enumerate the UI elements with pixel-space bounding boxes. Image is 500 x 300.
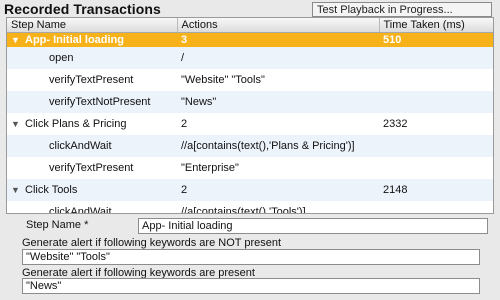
action-cell: "Website" "Tools" [181, 74, 265, 86]
not-present-label: Generate alert if following keywords are… [22, 237, 282, 249]
step-name-cell: verifyTextPresent [49, 74, 134, 86]
transaction-group-row[interactable]: ▼ Click Plans & Pricing 2 2332 [7, 113, 493, 135]
time-taken-cell [379, 69, 493, 91]
present-keywords-field[interactable]: "News" [22, 278, 480, 294]
transactions-table: Step Name Actions Time Taken (ms) ▼ App- … [6, 17, 494, 214]
time-taken-cell [379, 91, 493, 113]
table-header: Step Name Actions Time Taken (ms) [7, 18, 493, 33]
transaction-group-row[interactable]: ▼ Click Tools 2 2148 [7, 179, 493, 201]
step-name-cell: verifyTextNotPresent [7, 91, 177, 113]
group-name: App- Initial loading [25, 34, 124, 46]
action-cell: 3 [177, 32, 379, 47]
not-present-keywords-field[interactable]: "Website" "Tools" [22, 249, 480, 265]
step-name-cell: clickAndWait [7, 135, 177, 157]
time-taken-cell [379, 201, 493, 213]
action-cell: / [177, 47, 379, 69]
transaction-step-row[interactable]: clickAndWait //a[contains(text(),'Tools')… [7, 201, 493, 214]
time-taken-cell: 2332 [383, 118, 408, 130]
step-name-label: Step Name * [26, 219, 89, 231]
action-cell: 2 [177, 179, 379, 201]
action-cell: //a[contains(text(),'Plans & Pricing')] [177, 135, 379, 157]
column-actions[interactable]: Actions [177, 18, 380, 33]
group-name: Click Plans & Pricing [25, 118, 127, 130]
transaction-step-row[interactable]: verifyTextPresent "Enterprise" [7, 157, 493, 179]
playback-status: Test Playback in Progress... [312, 2, 492, 17]
action-cell: //a[contains(text(),'Tools')] [181, 206, 306, 214]
time-taken-cell [379, 47, 493, 69]
time-taken-cell: 2148 [379, 179, 493, 201]
transaction-group-row[interactable]: ▼ App- Initial loading 3 510 [7, 32, 493, 47]
action-cell: "Enterprise" [181, 162, 239, 174]
step-name-cell: ▼ App- Initial loading [7, 32, 177, 47]
step-name-cell: ▼ Click Plans & Pricing [7, 113, 177, 135]
step-name-field[interactable]: App- Initial loading [138, 218, 488, 234]
time-taken-cell [379, 135, 493, 157]
expand-triangle-icon[interactable]: ▼ [11, 119, 21, 129]
panel-title: Recorded Transactions [4, 1, 161, 17]
time-taken-cell [379, 157, 493, 179]
transaction-step-row[interactable]: verifyTextNotPresent "News" [7, 91, 493, 113]
column-time-taken[interactable]: Time Taken (ms) [379, 18, 493, 33]
action-cell: 2 [181, 118, 188, 130]
step-name-cell: verifyTextPresent [49, 162, 134, 174]
column-step-name[interactable]: Step Name [7, 18, 178, 33]
time-taken-cell: 510 [379, 32, 493, 47]
action-cell: "News" [177, 91, 379, 113]
step-name-cell: clickAndWait [49, 206, 112, 214]
expand-triangle-icon[interactable]: ▼ [11, 35, 21, 45]
step-name-cell: open [7, 47, 177, 69]
transaction-step-row[interactable]: open / [7, 47, 493, 69]
group-name: Click Tools [25, 184, 78, 196]
transaction-step-row[interactable]: verifyTextPresent "Website" "Tools" [7, 69, 493, 91]
step-name-cell: ▼ Click Tools [7, 179, 177, 201]
transaction-step-row[interactable]: clickAndWait//a[contains(text(),'Plans &… [7, 135, 493, 157]
expand-triangle-icon[interactable]: ▼ [11, 185, 21, 195]
